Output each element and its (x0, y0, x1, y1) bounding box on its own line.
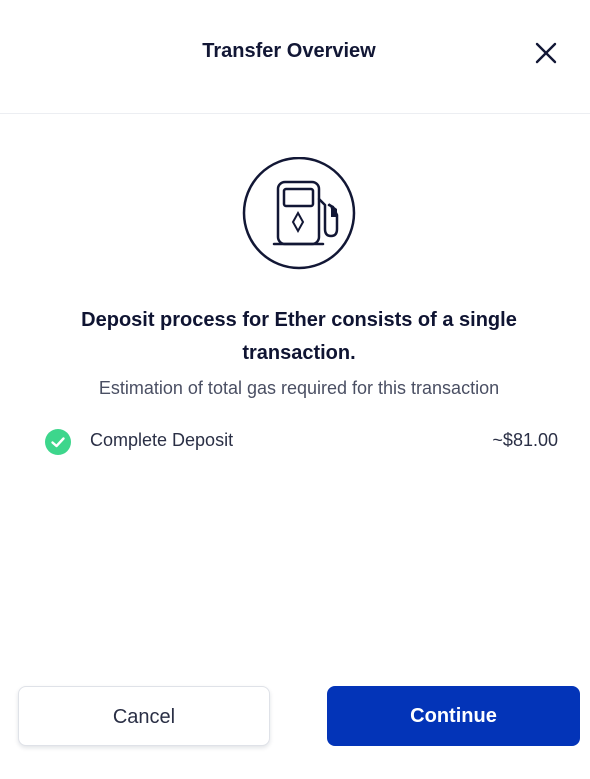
step-row-complete-deposit: Complete Deposit ~$81.00 (44, 425, 558, 457)
step-label: Complete Deposit (90, 430, 234, 450)
estimation-text: Estimation of total gas required for thi… (98, 378, 500, 398)
close-icon (535, 42, 557, 64)
check-circle-icon (45, 429, 71, 455)
continue-button[interactable]: Continue (327, 686, 580, 746)
close-button[interactable] (530, 38, 562, 70)
modal-header: Transfer Overview (0, 0, 590, 114)
transfer-overview-modal: Transfer Overview Deposit process for Et… (0, 0, 590, 779)
step-gas-estimate: ~$81.00 (492, 430, 558, 450)
modal-title: Transfer Overview (202, 40, 376, 62)
headline-text: Deposit process for Ether consists of a … (81, 309, 517, 364)
gas-pump-icon (241, 156, 357, 273)
cancel-button[interactable]: Cancel (18, 686, 270, 746)
